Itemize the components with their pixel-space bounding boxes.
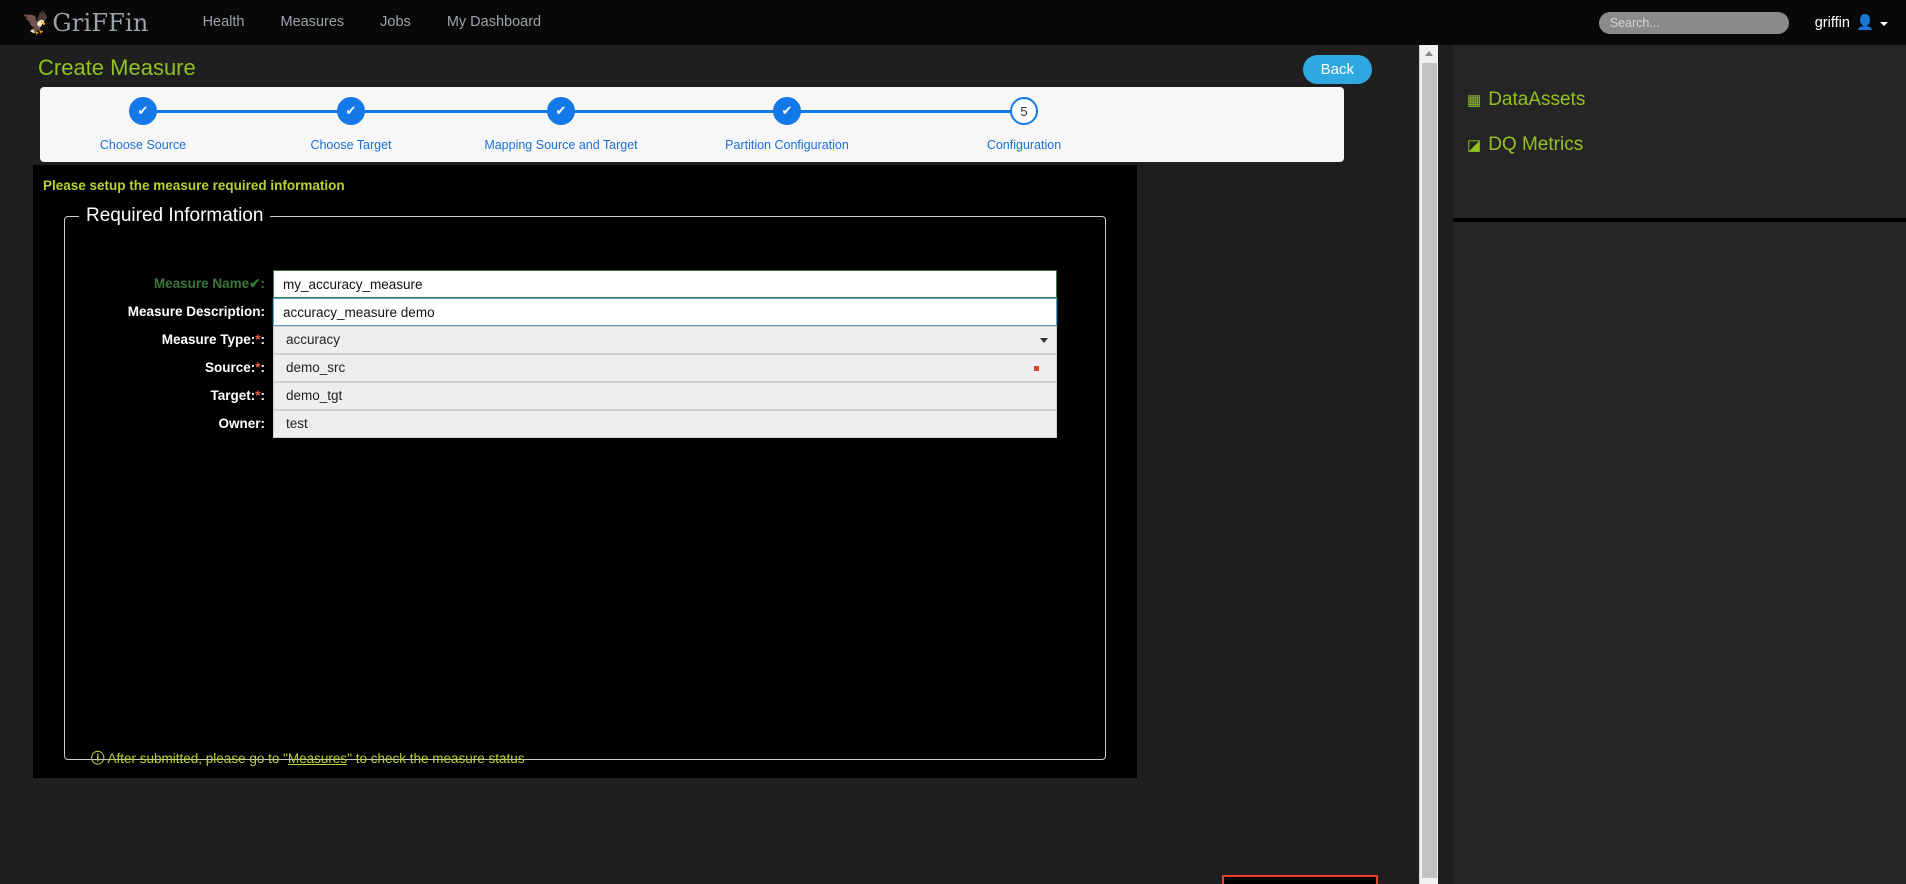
fieldset-legend: Required Information	[86, 205, 264, 226]
measure-form-panel: Please setup the measure required inform…	[33, 165, 1137, 778]
form-control-wrap: accuracy	[273, 326, 1057, 354]
caret-up-icon	[1425, 51, 1433, 56]
brand-text: GriFFin	[52, 8, 149, 37]
griffin-bird-icon: 🦅	[22, 9, 50, 35]
footnote-prefix: After submitted, please go to "	[107, 751, 288, 766]
stepper-step-1[interactable]: ✔ Choose Source	[43, 97, 243, 152]
sidebar-item-label-dq-metrics: DQ Metrics	[1488, 134, 1584, 155]
check-icon: ✔	[249, 276, 261, 291]
select-5[interactable]: demo_tgt	[273, 382, 1057, 410]
stepper-step-label[interactable]: Configuration	[924, 138, 1124, 152]
brand-logo[interactable]: 🦅 GriFFin	[22, 9, 149, 37]
form-control-wrap	[273, 298, 1057, 326]
footnote-measures-link[interactable]: Measures	[288, 751, 347, 766]
step-check-icon[interactable]: ✔	[337, 97, 365, 125]
select-4[interactable]: demo_src	[273, 354, 1057, 382]
stepper-step-label[interactable]: Choose Target	[251, 138, 451, 152]
form-row: Measure Description:	[65, 298, 1105, 326]
stepper-connector	[787, 110, 1024, 113]
scrollbar-thumb[interactable]	[1422, 63, 1437, 878]
step-check-icon[interactable]: ✔	[547, 97, 575, 125]
nav-link-jobs[interactable]: Jobs	[362, 0, 429, 45]
footnote-suffix: " to check the measure status	[347, 751, 525, 766]
wizard-stepper: ✔ Choose Source ✔ Choose Target ✔ Mapping Sou…	[40, 87, 1344, 162]
step-check-icon[interactable]: ✔	[129, 97, 157, 125]
form-footnote: ⓘ After submitted, please go to "Measures…	[91, 747, 525, 767]
sidebar-item-dq-metrics[interactable]: ◪ DQ Metrics	[1467, 134, 1583, 156]
sidebar-item-label-dataassets: DataAssets	[1488, 89, 1586, 110]
select-6[interactable]: test	[273, 410, 1057, 438]
form-control-wrap: demo_tgt	[273, 382, 1057, 410]
stepper-step-5[interactable]: 5 Configuration	[924, 97, 1124, 152]
line-chart-icon: ◪	[1467, 136, 1482, 154]
nav-link-measures[interactable]: Measures	[263, 0, 363, 45]
form-label: Source:*:	[204, 360, 265, 375]
stepper-connector	[561, 110, 787, 113]
text-input-1[interactable]	[273, 270, 1057, 298]
sidebar-item-dataassets[interactable]: ▦ DataAssets	[1467, 89, 1585, 111]
table-grid-icon: ▦	[1467, 91, 1482, 109]
required-information-fieldset: Required Information Measure Name✔: Measu…	[64, 205, 1106, 760]
top-navbar: 🦅 GriFFin Health Measures Jobs My Dashbo…	[0, 0, 1906, 45]
scrollbar-up-button[interactable]	[1420, 45, 1438, 62]
info-icon: ⓘ	[91, 751, 105, 766]
user-menu[interactable]: griffin 👤	[1815, 14, 1888, 31]
main-content-column: Create Measure Back ✔ Choose Source ✔ Choos…	[0, 45, 1419, 884]
step-check-icon[interactable]: ✔	[773, 97, 801, 125]
form-control-wrap	[273, 270, 1057, 298]
stepper-step-4[interactable]: ✔ Partition Configuration	[687, 97, 887, 152]
back-pill-button[interactable]: Back	[1302, 55, 1372, 84]
right-sidebar-bottom-panel	[1453, 226, 1906, 884]
form-control-wrap: test	[273, 410, 1057, 438]
user-menu-label: griffin	[1814, 14, 1850, 31]
submit-highlight-box	[1222, 875, 1378, 884]
right-sidebar: ▦ DataAssets ◪ DQ Metrics	[1453, 45, 1906, 884]
select-3[interactable]: accuracy	[273, 326, 1057, 354]
stepper-step-3[interactable]: ✔ Mapping Source and Target	[461, 97, 661, 152]
form-row: Source:*: demo_src	[65, 354, 1105, 382]
form-row: Measure Type:*: accuracy	[65, 326, 1105, 354]
stepper-step-label[interactable]: Partition Configuration	[687, 138, 887, 152]
page-body: Create Measure Back ✔ Choose Source ✔ Choos…	[0, 45, 1906, 884]
form-label: Measure Description:	[127, 304, 265, 319]
form-control-wrap: demo_src	[273, 354, 1057, 382]
page-title: Create Measure	[38, 55, 196, 80]
select-value: test	[286, 416, 308, 431]
form-label: Target:*:	[210, 388, 265, 403]
navbar-right-group: griffin 👤	[1598, 11, 1888, 34]
form-label: Measure Type:*:	[161, 332, 265, 347]
search-input[interactable]	[1598, 11, 1789, 34]
form-hint-text: Please setup the measure required inform…	[43, 178, 345, 193]
stepper-step-label[interactable]: Choose Source	[43, 138, 243, 152]
validation-marker	[1034, 366, 1039, 371]
chevron-down-icon	[1880, 22, 1888, 26]
stepper-connector	[143, 110, 351, 113]
text-input-2[interactable]	[273, 298, 1057, 326]
stepper-step-label[interactable]: Mapping Source and Target	[461, 138, 661, 152]
form-row: Owner: test	[65, 410, 1105, 438]
select-value: accuracy	[286, 332, 341, 347]
stepper-step-2[interactable]: ✔ Choose Target	[251, 97, 451, 152]
select-value: demo_tgt	[286, 388, 343, 403]
select-value: demo_src	[286, 360, 346, 375]
form-row: Measure Name✔:	[65, 270, 1105, 298]
form-label: Owner:	[218, 416, 265, 431]
form-label: Measure Name✔:	[153, 276, 265, 291]
wizard-stepper-inner: ✔ Choose Source ✔ Choose Target ✔ Mapping Sou…	[40, 87, 1344, 162]
right-sidebar-top-panel: ▦ DataAssets ◪ DQ Metrics	[1453, 45, 1906, 222]
step-number-badge[interactable]: 5	[1010, 97, 1038, 125]
stepper-connector	[351, 110, 561, 113]
form-row: Target:*: demo_tgt	[65, 382, 1105, 410]
chevron-down-icon	[1040, 338, 1048, 343]
user-icon: 👤	[1855, 15, 1874, 31]
nav-link-health[interactable]: Health	[185, 0, 263, 45]
page-scrollbar[interactable]	[1419, 45, 1438, 884]
nav-link-my-dashboard[interactable]: My Dashboard	[429, 0, 559, 45]
